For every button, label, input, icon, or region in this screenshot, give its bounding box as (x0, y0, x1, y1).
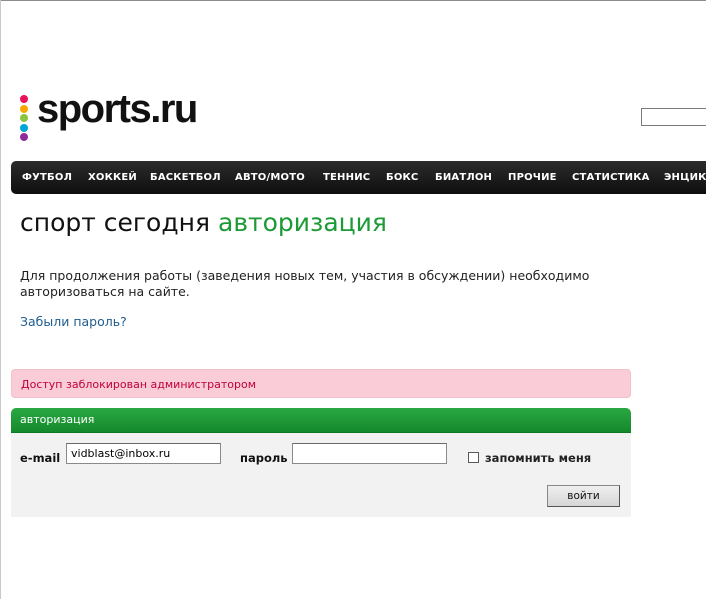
logo-dot-2 (20, 104, 28, 113)
nav-item-hockey[interactable]: ХОККЕЙ (88, 161, 137, 194)
nav-item-statistics[interactable]: СТАТИСТИКА (572, 161, 650, 194)
logo-dot-3 (20, 114, 28, 122)
logo-text: sports.ru (37, 87, 198, 131)
login-panel: авторизация e-mail пароль запомнить меня… (11, 408, 631, 517)
page-title: спорт сегодня авторизация (20, 208, 387, 237)
logo-dot-4 (20, 123, 28, 132)
page-title-sub: авторизация (218, 208, 387, 237)
nav-item-encyclopedia[interactable]: ЭНЦИКЛ (664, 161, 706, 194)
window-left-border (0, 0, 1, 599)
login-panel-title: авторизация (11, 408, 631, 432)
intro-text: Для продолжения работы (заведения новых … (20, 268, 590, 299)
nav-item-football[interactable]: ФУТБОЛ (22, 161, 72, 194)
login-submit-button[interactable]: войти (547, 485, 620, 507)
email-field[interactable] (66, 443, 221, 464)
error-message: Доступ заблокирован администратором (11, 369, 631, 398)
logo-dot-5 (20, 133, 28, 141)
main-nav: ФУТБОЛ ХОККЕЙ БАСКЕТБОЛ АВТО/МОТО ТЕННИС… (11, 161, 706, 194)
site-logo[interactable]: sports.ru (20, 87, 230, 145)
nav-item-other[interactable]: ПРОЧИЕ (508, 161, 557, 194)
remember-label[interactable]: запомнить меня (485, 451, 591, 465)
logo-dots-icon (20, 95, 30, 143)
email-label: e-mail (20, 451, 61, 465)
search-input[interactable] (641, 108, 706, 126)
logo-dot-1 (20, 95, 28, 103)
window-top-border (0, 0, 706, 1)
page-title-main: спорт сегодня (20, 208, 210, 237)
remember-checkbox[interactable] (468, 452, 479, 463)
nav-item-biathlon[interactable]: БИАТЛОН (435, 161, 492, 194)
nav-item-auto-moto[interactable]: АВТО/МОТО (235, 161, 305, 194)
login-form: e-mail пароль запомнить меня войти (11, 432, 631, 517)
forgot-password-link[interactable]: Забыли пароль? (20, 314, 127, 329)
password-label: пароль (240, 451, 288, 465)
nav-item-tennis[interactable]: ТЕННИС (323, 161, 370, 194)
nav-item-boxing[interactable]: БОКС (386, 161, 418, 194)
password-field[interactable] (292, 443, 447, 464)
nav-item-basketball[interactable]: БАСКЕТБОЛ (150, 161, 221, 194)
